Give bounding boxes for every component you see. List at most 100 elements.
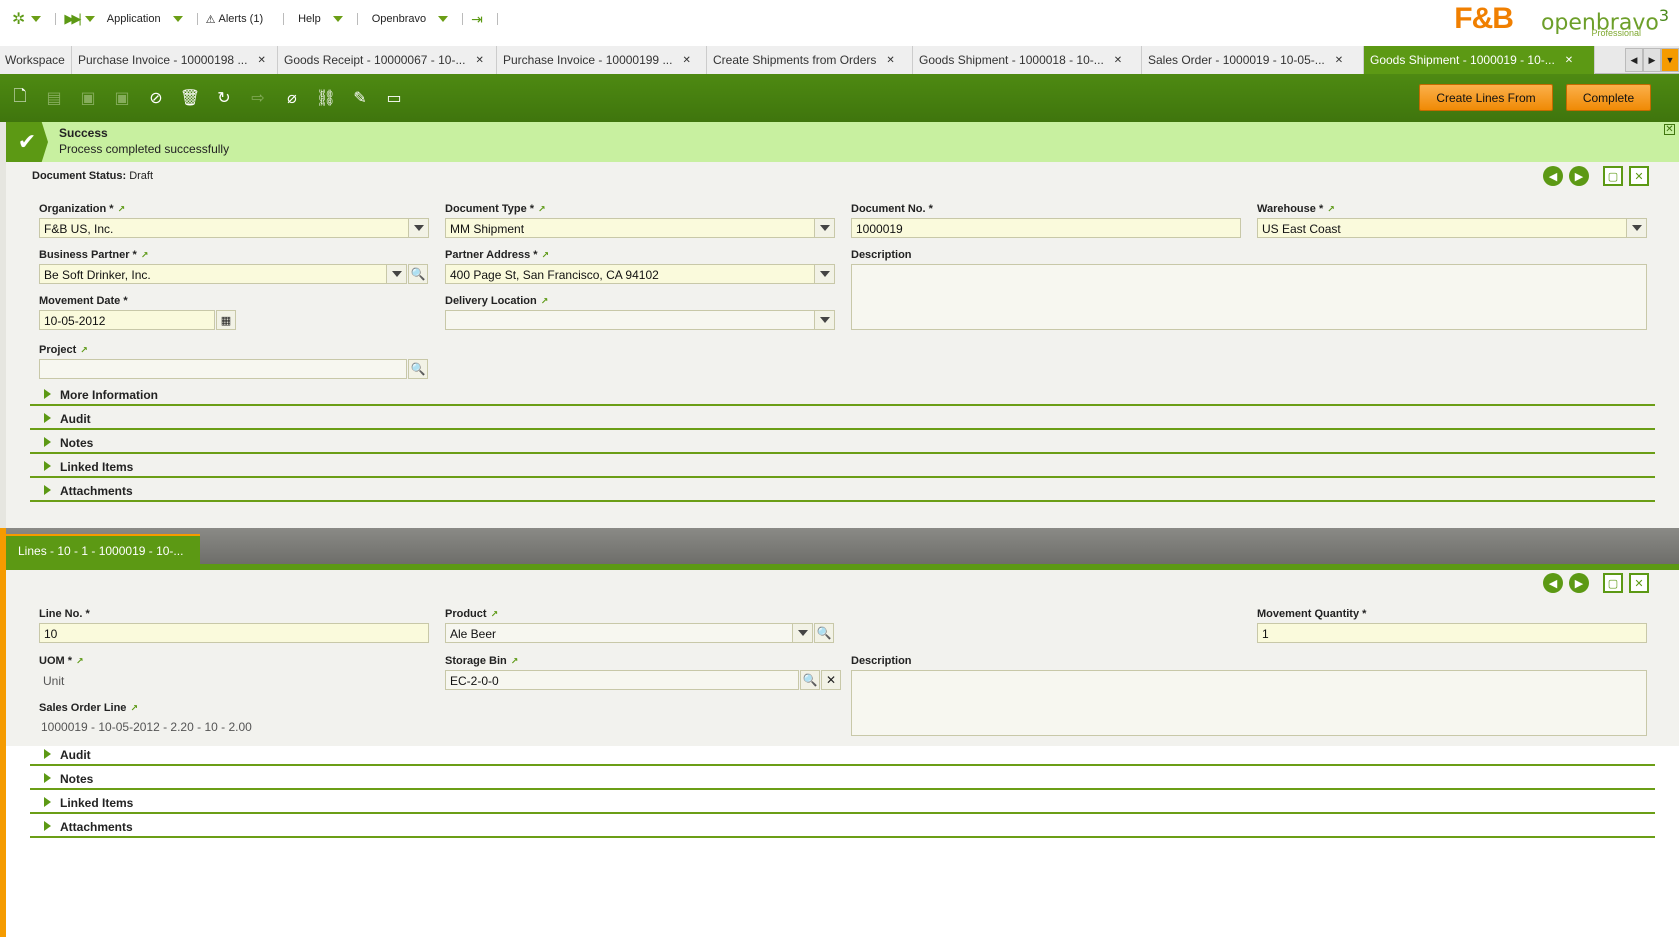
next-line-button[interactable]: ▶ [1569,573,1589,593]
field-value: Be Soft Drinker, Inc. [44,268,151,282]
tab-goods-shipment-1000018[interactable]: Goods Shipment - 1000018 - 10-... ✕ [913,46,1142,74]
help-menu[interactable]: Help [292,13,343,25]
movement-date-field[interactable]: 10-05-2012 [39,310,215,330]
section-more-information[interactable]: More Information [30,384,1655,406]
close-icon[interactable]: ✕ [1114,55,1122,66]
lines-section-notes[interactable]: Notes [30,768,1655,790]
tab-purchase-invoice-10000199[interactable]: Purchase Invoice - 10000199 ... ✕ [497,46,707,74]
delete-button[interactable]: 🗑 [176,84,204,112]
label-text: Warehouse * [1257,203,1324,215]
tab-lines[interactable]: Lines - 10 - 1 - 1000019 - 10-... [6,534,200,564]
storage-bin-field[interactable]: EC-2-0-0 [445,670,799,690]
save-close-button[interactable]: ▣ [108,84,136,112]
lines-close-button[interactable]: ✕ [1629,573,1649,593]
section-label: Linked Items [60,796,134,810]
trash-icon: 🗑 [179,90,201,107]
chevron-down-icon[interactable] [814,219,834,237]
complete-button[interactable]: Complete [1566,84,1651,111]
next-record-button[interactable]: ▶ [1569,166,1589,186]
tab-scroll-right-button[interactable]: ▶ [1643,48,1661,72]
product-search-button[interactable]: 🔍 [814,623,834,643]
quick-create-menu[interactable]: ✲ [12,9,42,29]
grid-view-button[interactable]: ▭ [380,84,408,112]
organization-field[interactable]: F&B US, Inc. [39,218,429,238]
search-icon: 🔍 [410,362,426,376]
tab-purchase-invoice-10000198[interactable]: Purchase Invoice - 10000198 ... ✕ [72,46,278,74]
tab-goods-shipment-1000019[interactable]: Goods Shipment - 1000019 - 10-... ✕ [1364,46,1595,74]
save-button[interactable]: ▣ [74,84,102,112]
maximize-button[interactable]: ▢ [1603,166,1623,186]
warehouse-field[interactable]: US East Coast [1257,218,1647,238]
tab-scroll-left-button[interactable]: ◀ [1625,48,1643,72]
export-button[interactable]: ⇨ [244,84,272,112]
document-type-field[interactable]: MM Shipment [445,218,835,238]
section-linked-items[interactable]: Linked Items [30,456,1655,478]
project-search-button[interactable]: 🔍 [408,359,428,379]
pin-icon: ↗ [1327,204,1335,214]
line-description-textarea[interactable] [851,670,1647,736]
close-icon[interactable]: ✕ [682,55,690,66]
partner-address-field[interactable]: 400 Page St, San Francisco, CA 94102 [445,264,835,284]
tab-label: Purchase Invoice - 10000199 ... [503,53,673,67]
close-icon[interactable]: ✕ [1565,55,1573,66]
refresh-button[interactable]: ↻ [210,84,238,112]
product-label: Product ↗ [445,608,498,620]
tab-sales-order-1000019[interactable]: Sales Order - 1000019 - 10-05-... ✕ [1142,46,1364,74]
lines-section-linked-items[interactable]: Linked Items [30,792,1655,814]
delivery-location-field[interactable] [445,310,835,330]
chevron-down-icon[interactable] [792,624,812,642]
close-form-button[interactable]: ✕ [1629,166,1649,186]
close-icon[interactable]: ✕ [257,55,265,66]
storage-bin-search-button[interactable]: 🔍 [800,670,820,690]
new-document-button[interactable]: 🗋 [6,84,34,112]
attach-button[interactable]: ⌀ [278,84,306,112]
line-no-field[interactable]: 10 [39,623,429,643]
close-icon[interactable]: ✕ [886,55,894,66]
section-attachments[interactable]: Attachments [30,480,1655,502]
audit-button[interactable]: ✎ [346,84,374,112]
description-textarea[interactable] [851,264,1647,330]
calendar-button[interactable]: ▦ [216,310,236,330]
project-field[interactable] [39,359,407,379]
openbravo-menu[interactable]: Openbravo [366,13,449,25]
application-menu[interactable]: Application [101,13,183,25]
previous-record-button[interactable]: ◀ [1543,166,1563,186]
expand-arrow-icon [44,821,51,831]
message-text: Process completed successfully [59,142,230,156]
logout-button[interactable]: ⇥ [471,11,483,28]
undo-button[interactable]: ⊘ [142,84,170,112]
movement-quantity-field[interactable]: 1 [1257,623,1647,643]
section-notes[interactable]: Notes [30,432,1655,454]
create-lines-from-button[interactable]: Create Lines From [1419,84,1553,111]
sales-order-line-value: 1000019 - 10-05-2012 - 2.20 - 10 - 2.00 [41,720,252,734]
close-icon[interactable]: ✕ [475,55,483,66]
tab-workspace[interactable]: Workspace [0,46,72,74]
success-message: ✔ Success Process completed successfully… [6,122,1679,162]
link-button[interactable]: ⛓ [312,84,340,112]
chevron-down-icon[interactable] [814,265,834,283]
alerts-menu[interactable]: ⚠ Alerts (1) [206,13,270,26]
close-icon[interactable]: ✕ [1335,55,1343,66]
pin-icon: ↗ [117,204,126,214]
chevron-down-icon[interactable] [408,219,428,237]
new-row-button[interactable]: ▤ [40,84,68,112]
chevron-down-icon[interactable] [386,265,406,283]
storage-bin-clear-button[interactable]: ✕ [821,670,841,690]
close-message-button[interactable]: ✕ [1664,124,1675,135]
section-audit[interactable]: Audit [30,408,1655,430]
tab-goods-receipt-10000067[interactable]: Goods Receipt - 10000067 - 10-... ✕ [278,46,497,74]
product-field[interactable]: Ale Beer [445,623,813,643]
tab-list-button[interactable]: ▼ [1661,48,1679,72]
previous-line-button[interactable]: ◀ [1543,573,1563,593]
chevron-down-icon [332,16,343,22]
chevron-down-icon[interactable] [1626,219,1646,237]
quick-launch-menu[interactable]: ▶▶| [64,11,95,27]
lines-section-attachments[interactable]: Attachments [30,816,1655,838]
tab-create-shipments[interactable]: Create Shipments from Orders ✕ [707,46,913,74]
business-partner-field[interactable]: Be Soft Drinker, Inc. [39,264,407,284]
lines-maximize-button[interactable]: ▢ [1603,573,1623,593]
document-no-field[interactable]: 1000019 [851,218,1241,238]
chevron-down-icon[interactable] [814,311,834,329]
business-partner-search-button[interactable]: 🔍 [408,264,428,284]
lines-section-audit[interactable]: Audit [30,744,1655,766]
